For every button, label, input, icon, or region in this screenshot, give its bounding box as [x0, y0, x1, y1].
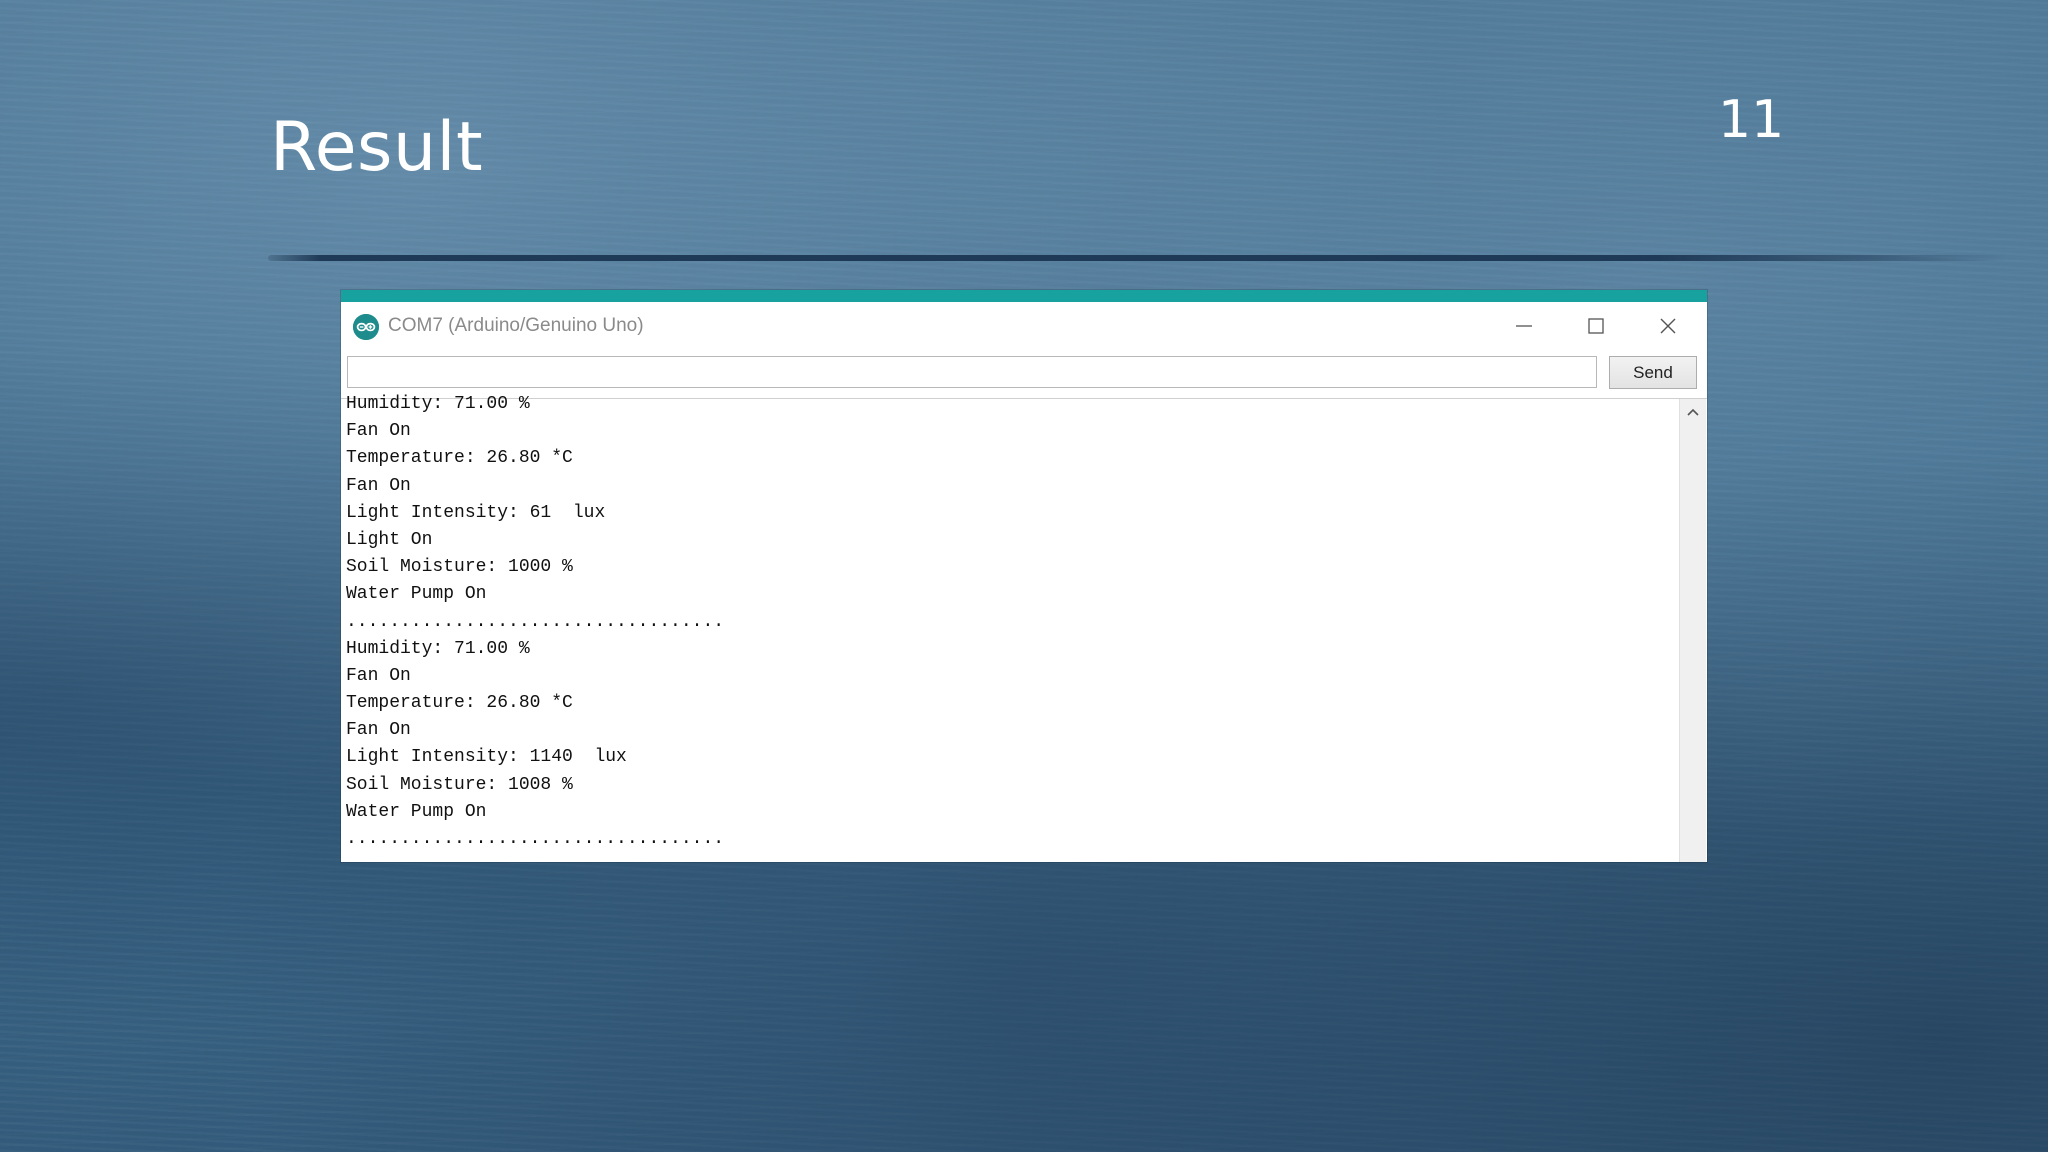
minimize-icon	[1516, 325, 1532, 327]
output-line: ...................................	[346, 829, 725, 849]
window-accent-bar	[341, 290, 1707, 302]
serial-output-text: Humidity: 71.00 % Fan On Temperature: 26.8…	[346, 391, 1676, 855]
title-divider	[268, 255, 2008, 261]
output-line: Soil Moisture: 1000 %	[346, 557, 573, 578]
output-line: Temperature: 26.80 *C	[346, 693, 573, 714]
output-line: Water Pump On	[346, 801, 487, 822]
scroll-up-button[interactable]	[1680, 403, 1706, 421]
output-line: Humidity: 71.00 %	[346, 638, 530, 659]
output-line: Fan On	[346, 720, 411, 741]
maximize-button[interactable]	[1566, 308, 1626, 344]
output-line: Light On	[346, 529, 433, 550]
serial-output-area[interactable]: Humidity: 71.00 % Fan On Temperature: 26.8…	[341, 394, 1707, 862]
slide-number: 11	[1718, 90, 1785, 150]
output-line: Fan On	[346, 665, 411, 686]
output-line: Fan On	[346, 421, 411, 442]
vertical-scrollbar[interactable]	[1679, 399, 1706, 862]
arduino-icon	[353, 314, 379, 340]
close-icon	[1660, 318, 1676, 334]
maximize-icon	[1588, 318, 1604, 334]
serial-input-field[interactable]	[347, 356, 1597, 388]
output-line: Light Intensity: 61 lux	[346, 502, 606, 523]
output-line: Fan On	[346, 475, 411, 496]
output-line: Soil Moisture: 1008 %	[346, 774, 573, 795]
output-line: Temperature: 26.80 *C	[346, 448, 573, 469]
close-button[interactable]	[1638, 308, 1698, 344]
minimize-button[interactable]	[1494, 308, 1554, 344]
window-titlebar[interactable]: COM7 (Arduino/Genuino Uno)	[341, 302, 1707, 350]
serial-monitor-window: COM7 (Arduino/Genuino Uno) Send Humidity…	[341, 290, 1707, 862]
chevron-up-icon	[1687, 408, 1699, 416]
output-line: Water Pump On	[346, 584, 487, 605]
output-line: Light Intensity: 1140 lux	[346, 747, 627, 768]
output-line: Humidity: 71.00 %	[346, 394, 530, 414]
output-line: ...................................	[346, 611, 725, 632]
slide-title: Result	[270, 108, 484, 187]
window-title: COM7 (Arduino/Genuino Uno)	[388, 315, 644, 336]
send-button[interactable]: Send	[1609, 356, 1697, 389]
